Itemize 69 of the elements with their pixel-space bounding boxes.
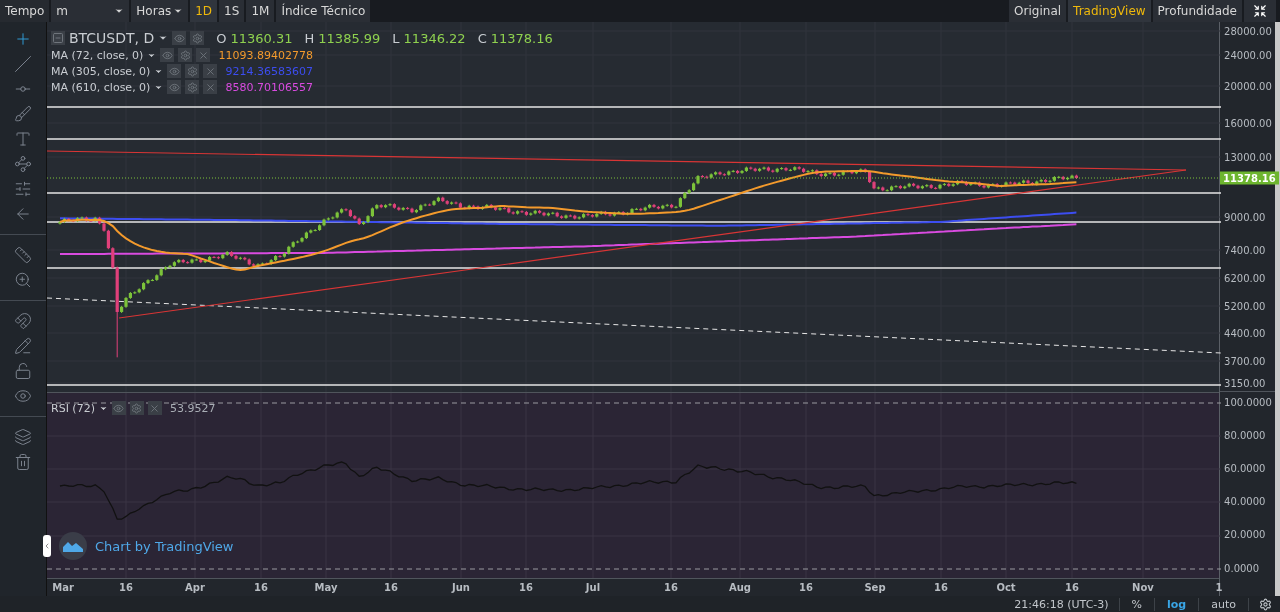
scale-option[interactable]: auto bbox=[1199, 597, 1249, 611]
ohlc-value: 11360.31 bbox=[230, 30, 293, 46]
price-label: 28000.00 bbox=[1224, 25, 1272, 37]
ohlc-key: O bbox=[216, 30, 227, 46]
indicator-label[interactable]: MA (72, close, 0) bbox=[51, 48, 144, 62]
indicator-value: 11093.89402778 bbox=[218, 48, 313, 62]
ohlc-value: 11346.22 bbox=[403, 30, 466, 46]
indicator-label[interactable]: MA (305, close, 0) bbox=[51, 64, 151, 78]
rsi-label: 20.0000 bbox=[1224, 528, 1266, 540]
time-label: 1 bbox=[1215, 582, 1223, 593]
rsi-label: 80.0000 bbox=[1224, 429, 1266, 441]
rsi-label: 60.0000 bbox=[1224, 462, 1266, 474]
price-label: 4400.00 bbox=[1224, 327, 1266, 339]
ohlc-value: 11385.99 bbox=[318, 30, 381, 46]
price-label: 16000.00 bbox=[1224, 117, 1272, 129]
view-tab[interactable]: TradingView bbox=[1068, 0, 1151, 22]
indicator-label[interactable]: RSI (72) bbox=[51, 401, 95, 415]
ohlc-key: L bbox=[392, 30, 400, 46]
price-label: 6200.00 bbox=[1224, 272, 1266, 284]
price-label: 9000.00 bbox=[1224, 211, 1266, 223]
time-label: May bbox=[314, 582, 338, 593]
time-label: 16 bbox=[119, 582, 133, 593]
interval-button[interactable]: 1S bbox=[219, 0, 245, 22]
ohlc-key: H bbox=[304, 30, 315, 46]
price-label: 5200.00 bbox=[1224, 300, 1266, 312]
ohlc-key: C bbox=[477, 30, 487, 46]
price-label: 3150.00 bbox=[1224, 377, 1266, 389]
time-label: 16 bbox=[254, 582, 268, 593]
time-label: 16 bbox=[799, 582, 813, 593]
time-label: Sep bbox=[864, 582, 886, 593]
time-label: Jun bbox=[452, 582, 470, 593]
time-label: Apr bbox=[185, 582, 205, 593]
indicator-value: 53.9527 bbox=[169, 401, 216, 415]
rsi-label: 40.0000 bbox=[1224, 495, 1266, 507]
clock-text: 21:46:18 (UTC-3) bbox=[1004, 597, 1120, 611]
interval-button[interactable]: 1D bbox=[190, 0, 218, 22]
time-label: 16 bbox=[519, 582, 533, 593]
interval-button[interactable]: Índice Técnico bbox=[276, 0, 371, 22]
scale-option[interactable]: % bbox=[1119, 597, 1156, 611]
current-price-tag: 11378.16 bbox=[1220, 171, 1279, 185]
price-label: 20000.00 bbox=[1224, 80, 1272, 92]
rsi-label: 0.0000 bbox=[1224, 562, 1260, 574]
time-label: Oct bbox=[996, 582, 1016, 593]
timeframe-label: Tempo bbox=[0, 0, 50, 22]
ohlc-value: 11378.16 bbox=[490, 30, 553, 46]
interval-dropdown[interactable]: m bbox=[51, 0, 130, 22]
time-label: 16 bbox=[1065, 582, 1079, 593]
interval-button[interactable]: 1M bbox=[246, 0, 275, 22]
indicator-label[interactable]: MA (610, close, 0) bbox=[51, 80, 151, 94]
price-label: 3700.00 bbox=[1224, 355, 1266, 367]
symbol-title[interactable]: BTCUSDT, D bbox=[69, 30, 155, 46]
price-label: 13000.00 bbox=[1224, 151, 1272, 163]
rsi-label: 100.0000 bbox=[1224, 396, 1272, 408]
time-label: Nov bbox=[1132, 582, 1154, 593]
branding-link[interactable]: Chart by TradingView bbox=[95, 538, 234, 554]
indicator-value: 8580.70106557 bbox=[225, 80, 313, 94]
price-label: 24000.00 bbox=[1224, 49, 1272, 61]
price-label: 7400.00 bbox=[1224, 244, 1266, 256]
time-label: Mar bbox=[52, 582, 74, 593]
time-label: Jul bbox=[585, 582, 601, 593]
time-label: 16 bbox=[384, 582, 398, 593]
time-label: 16 bbox=[664, 582, 678, 593]
view-tab[interactable]: Original bbox=[1009, 0, 1067, 22]
indicator-value: 9214.36583607 bbox=[225, 64, 313, 78]
view-tab[interactable]: Profundidade bbox=[1152, 0, 1242, 22]
time-label: 16 bbox=[934, 582, 948, 593]
scale-option[interactable]: log bbox=[1155, 597, 1200, 611]
time-label: Aug bbox=[729, 582, 751, 593]
interval-dropdown[interactable]: Horas bbox=[131, 0, 189, 22]
